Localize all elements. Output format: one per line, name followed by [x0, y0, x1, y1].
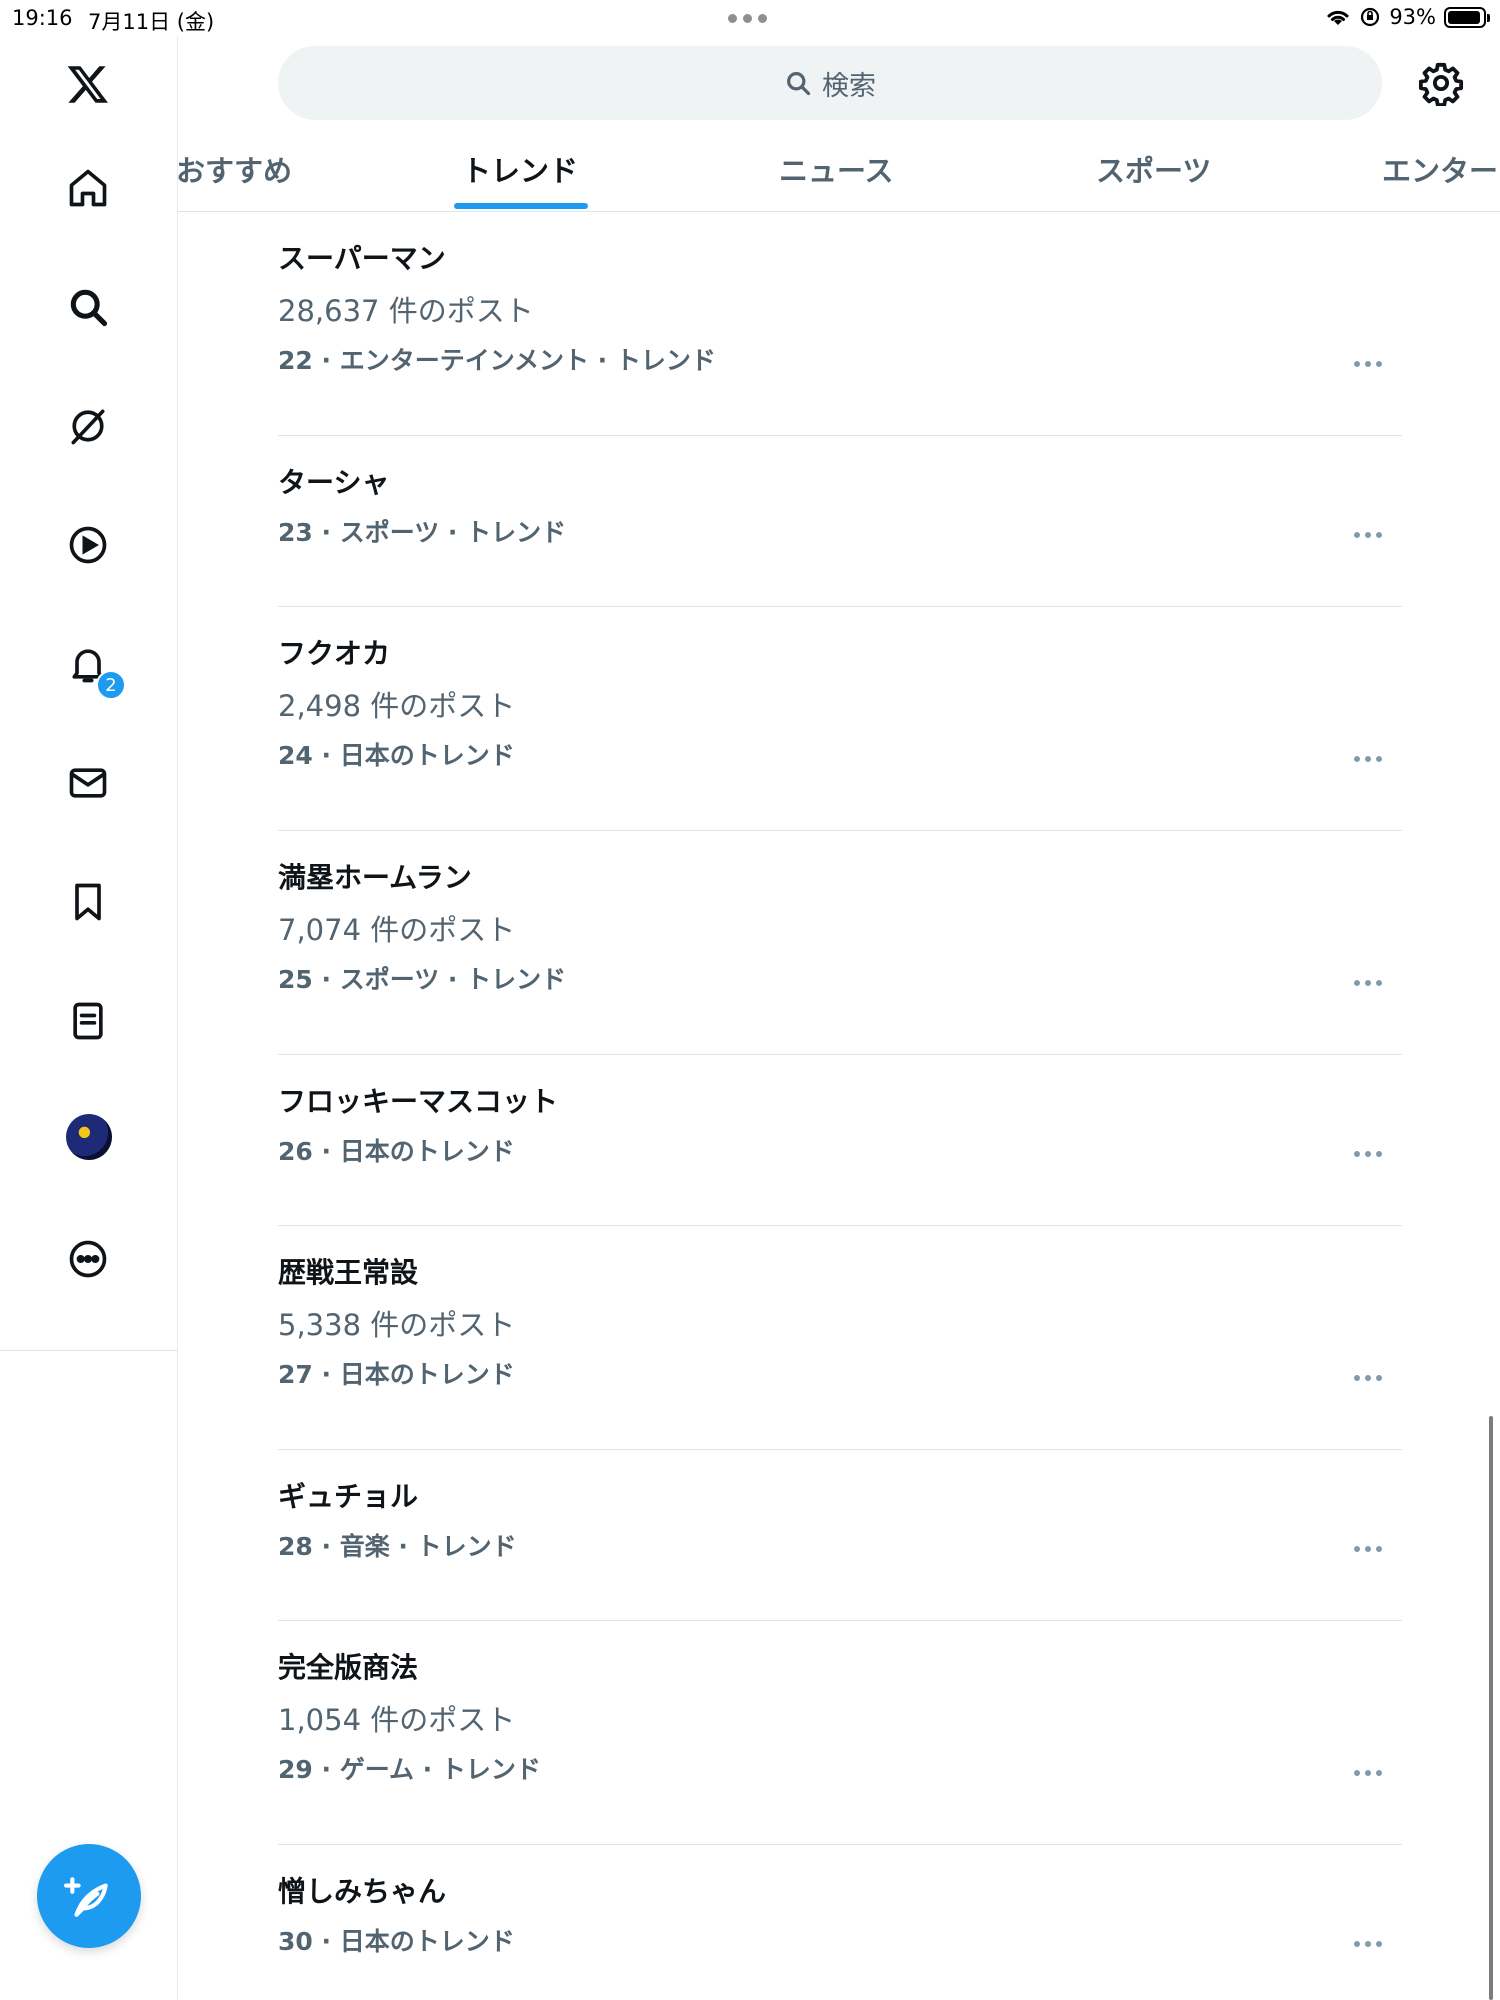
tab-news[interactable]: ニュース	[779, 148, 894, 190]
trend-item[interactable]: 歴戦王常設 5,338 件のポスト 27 · 日本のトレンド	[278, 1226, 1402, 1450]
trend-meta: 28 · 音楽 · トレンド	[278, 1532, 517, 1561]
bookmark-icon[interactable]	[60, 874, 116, 930]
trend-name: フロッキーマスコット	[278, 1085, 559, 1118]
compose-button[interactable]	[37, 1844, 141, 1948]
more-options-icon[interactable]	[1344, 1144, 1392, 1164]
battery-icon	[1444, 6, 1490, 28]
more-circle-icon[interactable]	[60, 1231, 116, 1287]
wifi-icon	[1327, 10, 1349, 25]
play-icon[interactable]	[60, 517, 116, 573]
trend-item[interactable]: 満塁ホームラン 7,074 件のポスト 25 · スポーツ · トレンド	[278, 831, 1402, 1055]
search-icon[interactable]	[60, 279, 116, 335]
status-date: 7月11日 (金)	[88, 10, 215, 34]
trend-name: 憎しみちゃん	[278, 1875, 447, 1908]
trend-post-count: 28,637 件のポスト	[278, 294, 534, 328]
trend-item[interactable]: 憎しみちゃん 30 · 日本のトレンド	[278, 1845, 1402, 2000]
more-options-icon[interactable]	[1344, 973, 1392, 993]
battery-percent: 93%	[1389, 5, 1436, 29]
tab-recommended[interactable]: おすすめ	[178, 148, 292, 190]
avatar[interactable]	[66, 1114, 112, 1160]
status-time: 19:16	[12, 6, 73, 30]
trend-meta: 24 · 日本のトレンド	[278, 741, 515, 770]
trend-item[interactable]: ギュチョル 28 · 音楽 · トレンド	[278, 1450, 1402, 1621]
status-bar: 19:16 7月11日 (金) 93%	[0, 0, 1500, 36]
search-placeholder: 検索	[822, 70, 876, 102]
trend-list: スーパーマン 28,637 件のポスト 22 · エンターテインメント · トレ…	[278, 212, 1402, 2000]
trend-meta: 23 · スポーツ · トレンド	[278, 518, 567, 547]
trend-name: 歴戦王常設	[278, 1256, 419, 1289]
more-options-icon[interactable]	[1344, 749, 1392, 769]
battery-level-fill	[1448, 10, 1480, 24]
trend-name: 満塁ホームラン	[278, 861, 472, 894]
trend-meta: 22 · エンターテインメント · トレンド	[278, 346, 716, 375]
trend-name: ギュチョル	[278, 1480, 419, 1513]
notification-badge: 2	[96, 670, 126, 700]
trend-meta: 26 · 日本のトレンド	[278, 1137, 515, 1166]
list-icon[interactable]	[60, 993, 116, 1049]
more-options-icon[interactable]	[1344, 1539, 1392, 1559]
scrollbar[interactable]	[1489, 1416, 1493, 2000]
compose-feather-icon	[64, 1877, 108, 1917]
trend-meta: 30 · 日本のトレンド	[278, 1927, 515, 1956]
home-icon[interactable]	[60, 160, 116, 216]
gear-icon[interactable]	[1418, 60, 1464, 106]
trend-meta: 29 · ゲーム · トレンド	[278, 1755, 541, 1784]
tab-bar: おすすめ トレンド ニュース スポーツ エンター	[178, 130, 1500, 212]
tab-sports[interactable]: スポーツ	[1096, 148, 1211, 190]
trend-item[interactable]: ターシャ 23 · スポーツ · トレンド	[278, 436, 1402, 607]
more-options-icon[interactable]	[1344, 525, 1392, 545]
multitasking-dots-icon[interactable]	[728, 14, 767, 23]
trend-name: フクオカ	[278, 637, 391, 670]
tab-entertainment[interactable]: エンター	[1382, 148, 1498, 190]
trend-item[interactable]: フクオカ 2,498 件のポスト 24 · 日本のトレンド	[278, 607, 1402, 831]
trend-item[interactable]: フロッキーマスコット 26 · 日本のトレンド	[278, 1055, 1402, 1226]
grok-icon[interactable]	[60, 398, 116, 454]
trend-post-count: 2,498 件のポスト	[278, 689, 516, 723]
more-options-icon[interactable]	[1344, 1934, 1392, 1954]
trend-post-count: 7,074 件のポスト	[278, 913, 516, 947]
trend-meta: 27 · 日本のトレンド	[278, 1360, 515, 1389]
active-tab-indicator	[454, 203, 588, 209]
search-icon	[787, 72, 811, 96]
trend-name: ターシャ	[278, 466, 390, 499]
mail-icon[interactable]	[60, 755, 116, 811]
status-indicators: 93%	[1325, 5, 1490, 29]
sidebar-divider	[0, 1350, 178, 1351]
search-input[interactable]: 検索	[278, 46, 1382, 120]
more-options-icon[interactable]	[1344, 1763, 1392, 1783]
trend-post-count: 5,338 件のポスト	[278, 1308, 516, 1342]
tab-trending[interactable]: トレンド	[462, 148, 578, 190]
trend-item[interactable]: 完全版商法 1,054 件のポスト 29 · ゲーム · トレンド	[278, 1621, 1402, 1845]
trend-post-count: 1,054 件のポスト	[278, 1703, 516, 1737]
trend-meta: 25 · スポーツ · トレンド	[278, 965, 567, 994]
trend-name: 完全版商法	[278, 1651, 419, 1684]
x-logo-icon[interactable]	[60, 56, 116, 112]
more-options-icon[interactable]	[1344, 354, 1392, 374]
trend-name: スーパーマン	[278, 242, 446, 275]
trend-item[interactable]: スーパーマン 28,637 件のポスト 22 · エンターテインメント · トレ…	[278, 212, 1402, 436]
orientation-lock-icon	[1361, 7, 1380, 27]
more-options-icon[interactable]	[1344, 1368, 1392, 1388]
sidebar: 2	[0, 36, 178, 2000]
